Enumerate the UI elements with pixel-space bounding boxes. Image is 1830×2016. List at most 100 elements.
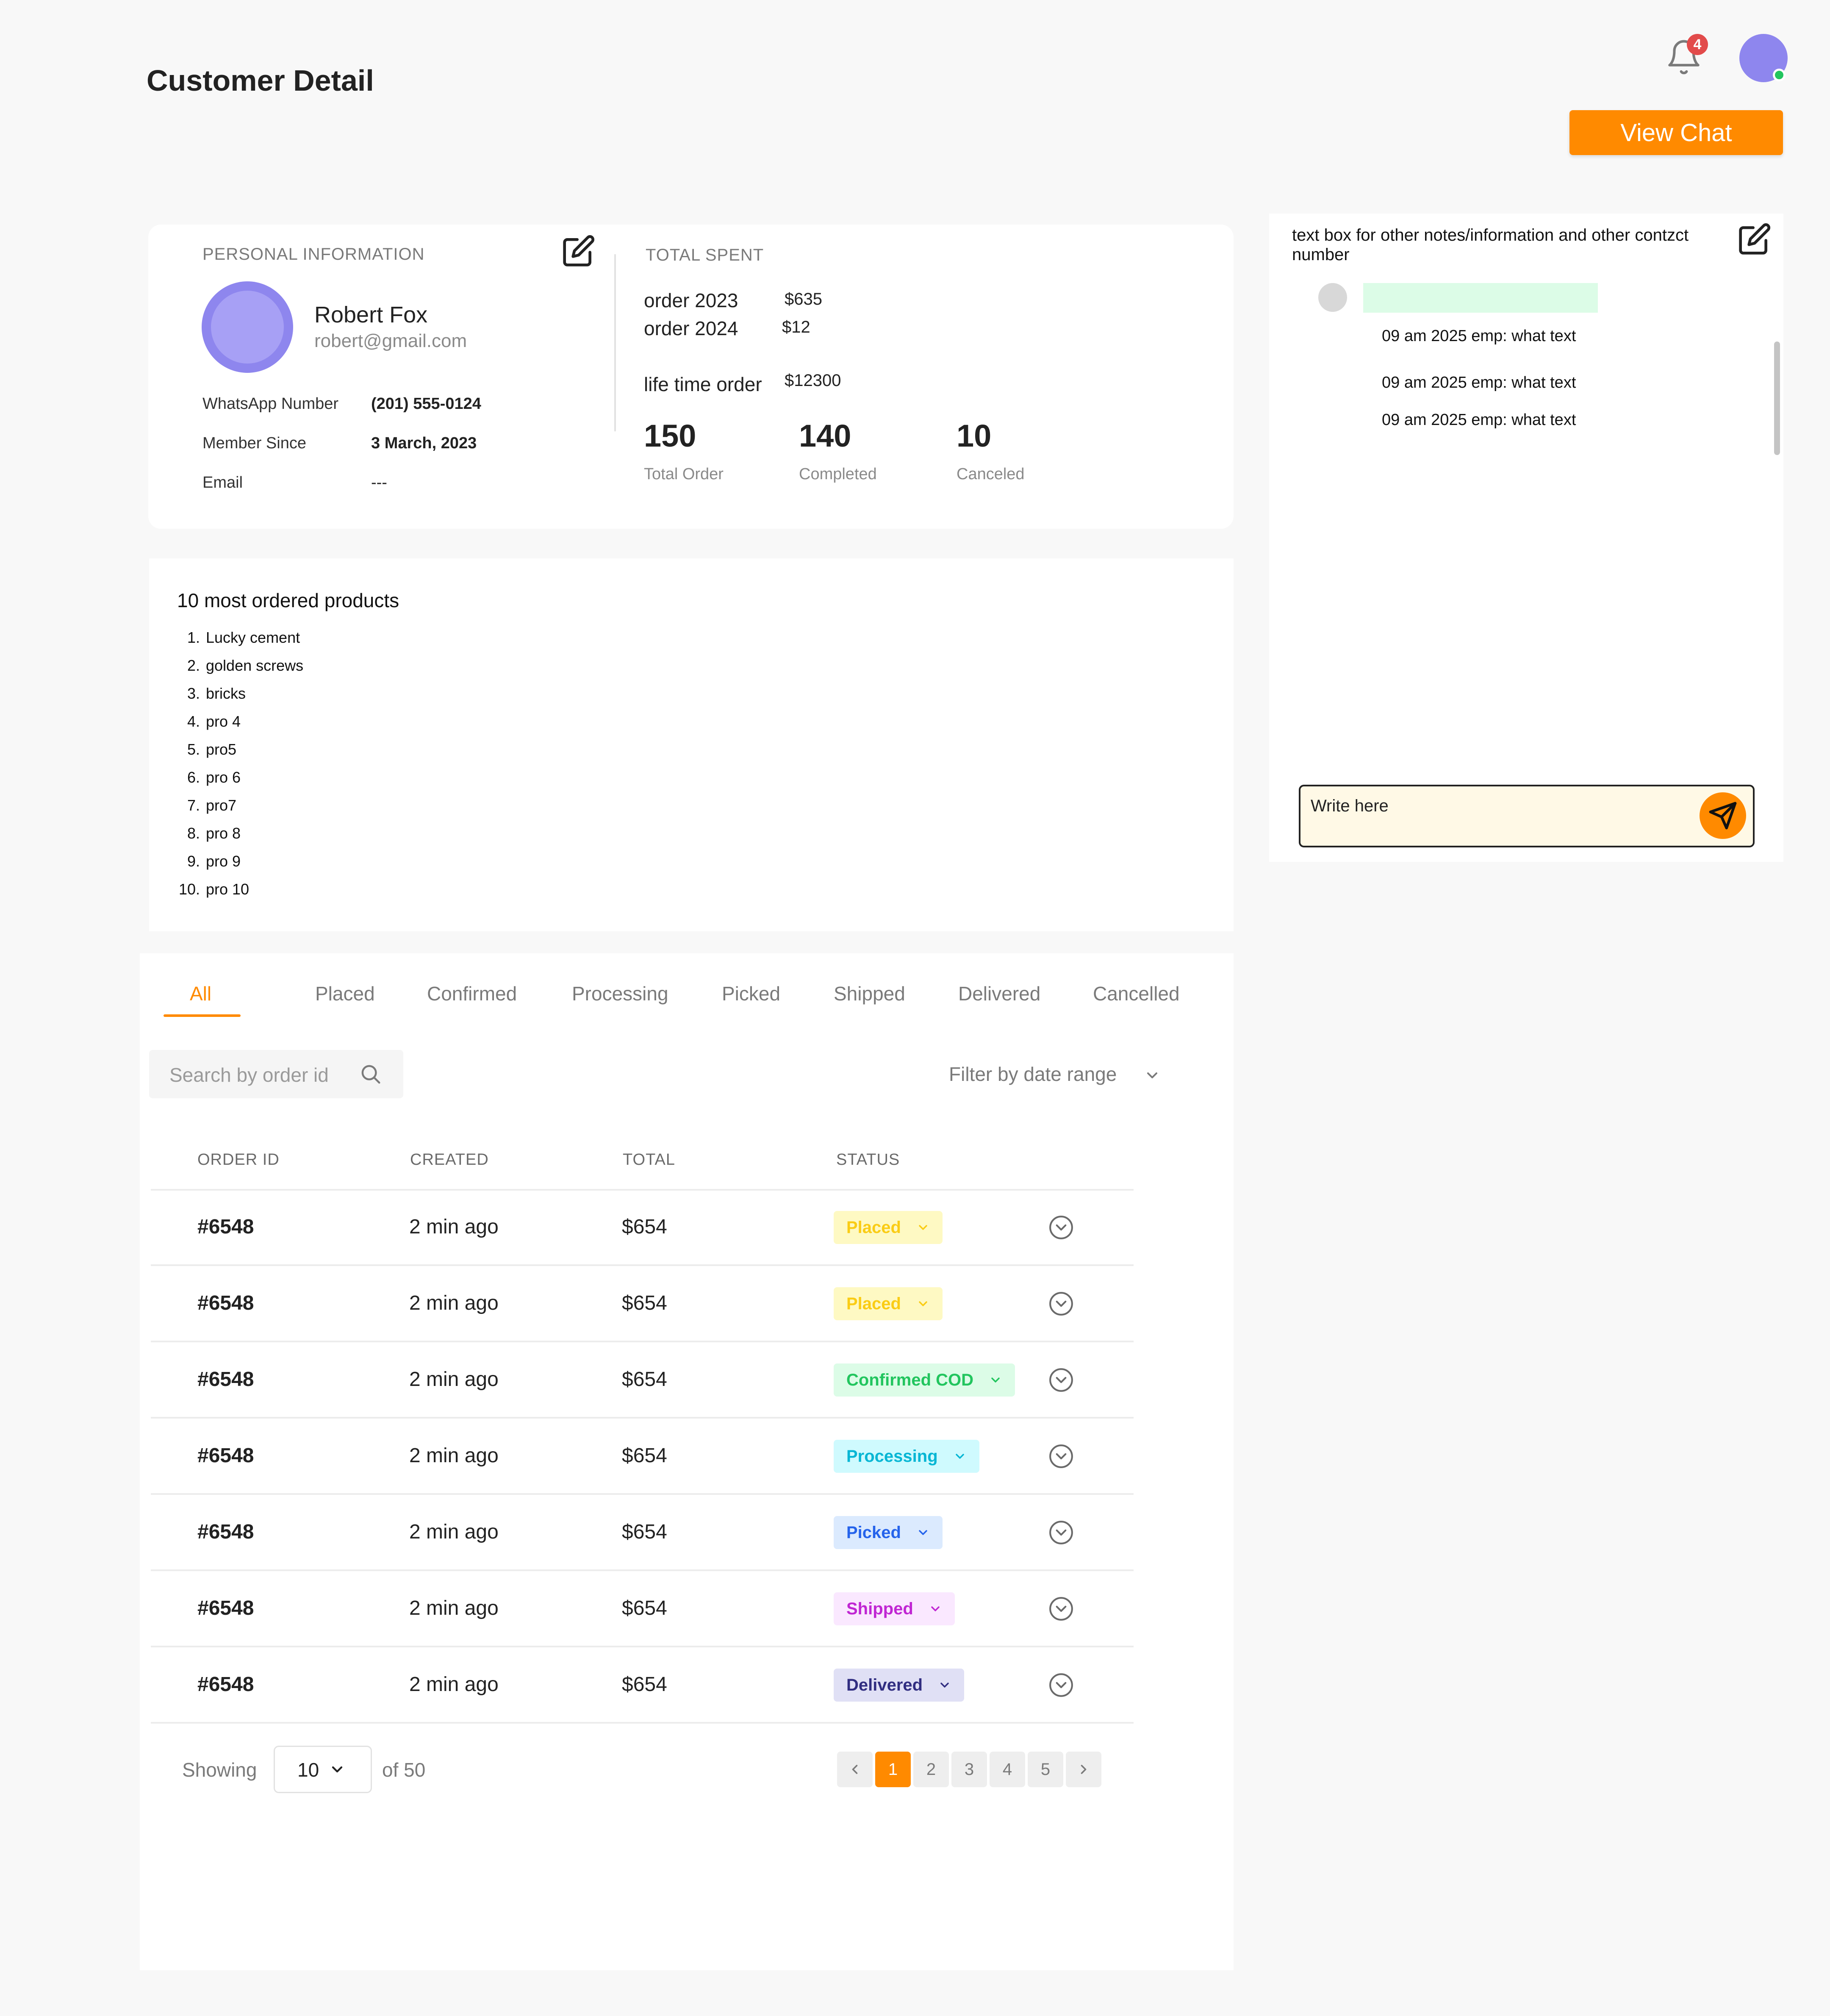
list-item-number: 7. [187, 797, 200, 814]
prev-page-button[interactable] [837, 1752, 873, 1787]
status-badge: Placed [846, 1294, 901, 1313]
list-item-number: 5. [187, 741, 200, 758]
note-line: 09 am 2025 emp: what text [1382, 327, 1576, 345]
product-name: Lucky cement [206, 629, 300, 646]
status-badge: Placed [846, 1218, 901, 1237]
product-name: pro7 [206, 797, 237, 814]
total-cell: $654 [622, 1368, 667, 1391]
list-item: 5. pro5 [169, 737, 303, 765]
column-header-status: STATUS [836, 1151, 900, 1169]
list-item: 4. pro 4 [169, 709, 303, 737]
list-item: 2. golden screws [169, 653, 303, 681]
list-item-number: 10. [178, 880, 200, 898]
total-spent-label: TOTAL SPENT [646, 246, 764, 264]
order-2024-value: $12 [782, 318, 810, 336]
expand-row-icon[interactable] [1048, 1214, 1074, 1241]
notes-scrollbar[interactable] [1774, 342, 1780, 455]
chevron-down-icon[interactable] [329, 1761, 346, 1778]
created-cell: 2 min ago [409, 1216, 499, 1238]
table-row[interactable]: #6548 2 min ago $654 Delivered [151, 1647, 1134, 1724]
table-row[interactable]: #6548 2 min ago $654 Processing [151, 1419, 1134, 1495]
next-page-button[interactable] [1066, 1752, 1101, 1787]
email-value: --- [371, 474, 387, 492]
expand-row-icon[interactable] [1048, 1519, 1074, 1546]
page-title: Customer Detail [147, 64, 374, 97]
expand-row-icon[interactable] [1048, 1443, 1074, 1469]
created-cell: 2 min ago [409, 1673, 499, 1696]
per-page-select[interactable] [274, 1746, 372, 1793]
status-dropdown[interactable]: Placed [834, 1211, 943, 1244]
note-line: 09 am 2025 emp: what text [1382, 411, 1576, 429]
list-item-number: 4. [187, 713, 200, 730]
page-button[interactable]: 2 [913, 1752, 949, 1787]
status-dropdown[interactable]: Processing [834, 1440, 979, 1473]
status-badge: Confirmed COD [846, 1370, 973, 1389]
tab-processing[interactable]: Processing [572, 982, 668, 1005]
chevron-down-icon[interactable] [1144, 1067, 1161, 1084]
page-button[interactable]: 3 [951, 1752, 987, 1787]
table-row[interactable]: #6548 2 min ago $654 Picked [151, 1495, 1134, 1571]
status-dropdown[interactable]: Placed [834, 1287, 943, 1320]
status-dropdown[interactable]: Delivered [834, 1669, 965, 1702]
tab-confirmed[interactable]: Confirmed [427, 982, 517, 1005]
tab-shipped[interactable]: Shipped [834, 982, 905, 1005]
member-since-value: 3 March, 2023 [371, 434, 477, 452]
chevron-down-icon [919, 1225, 927, 1230]
note-input[interactable] [1299, 785, 1755, 847]
stat-completed-caption: Completed [799, 465, 877, 483]
list-item: 6. pro 6 [169, 765, 303, 793]
chevron-down-icon [940, 1683, 949, 1688]
page-button[interactable]: 5 [1028, 1752, 1063, 1787]
chevron-down-icon [991, 1377, 1000, 1383]
column-header-total: TOTAL [623, 1151, 675, 1169]
active-tab-indicator [164, 1014, 241, 1017]
table-row[interactable]: #6548 2 min ago $654 Shipped [151, 1571, 1134, 1647]
expand-row-icon[interactable] [1048, 1291, 1074, 1317]
order-id-cell: #6548 [197, 1673, 254, 1696]
order-id-cell: #6548 [197, 1368, 254, 1391]
customer-avatar-inner [211, 291, 284, 364]
expand-row-icon[interactable] [1048, 1367, 1074, 1393]
tab-delivered[interactable]: Delivered [958, 982, 1040, 1005]
tab-placed[interactable]: Placed [315, 982, 375, 1005]
page-button[interactable]: 4 [990, 1752, 1025, 1787]
lifetime-order-label: life time order [644, 373, 762, 395]
list-item-number: 8. [187, 825, 200, 842]
status-dropdown[interactable]: Shipped [834, 1592, 955, 1625]
tab-cancelled[interactable]: Cancelled [1093, 982, 1180, 1005]
created-cell: 2 min ago [409, 1368, 499, 1391]
expand-row-icon[interactable] [1048, 1596, 1074, 1622]
product-name: pro 9 [206, 852, 241, 870]
list-item-number: 1. [187, 629, 200, 646]
status-badge: Processing [846, 1447, 938, 1466]
status-dropdown[interactable]: Picked [834, 1516, 943, 1549]
table-row[interactable]: #6548 2 min ago $654 Confirmed COD [151, 1342, 1134, 1419]
customer-email: robert@gmail.com [314, 330, 467, 351]
tab-picked[interactable]: Picked [722, 982, 780, 1005]
whatsapp-value: (201) 555-0124 [371, 395, 481, 413]
page-button[interactable]: 1 [875, 1752, 911, 1787]
status-dropdown[interactable]: Confirmed COD [834, 1363, 1015, 1397]
order-id-cell: #6548 [197, 1597, 254, 1619]
edit-personal-icon[interactable] [562, 234, 596, 268]
search-icon[interactable] [359, 1063, 382, 1086]
edit-notes-icon[interactable] [1738, 222, 1772, 256]
notification-badge: 4 [1687, 34, 1708, 55]
expand-row-icon[interactable] [1048, 1672, 1074, 1698]
top-products-list: 1. Lucky cement 2. golden screws 3. bricks … [169, 625, 303, 905]
table-row[interactable]: #6548 2 min ago $654 Placed [151, 1190, 1134, 1266]
product-name: pro 10 [206, 880, 250, 898]
send-note-button[interactable] [1700, 792, 1746, 839]
order-id-cell: #6548 [197, 1216, 254, 1238]
date-range-filter[interactable]: Filter by date range [949, 1063, 1117, 1086]
email-label: Email [202, 474, 243, 492]
created-cell: 2 min ago [409, 1597, 499, 1619]
tab-all[interactable]: All [190, 982, 211, 1005]
note-author-avatar [1318, 283, 1347, 312]
per-page-value: 10 [297, 1759, 319, 1781]
product-name: pro 4 [206, 713, 241, 730]
table-row[interactable]: #6548 2 min ago $654 Placed [151, 1266, 1134, 1342]
notes-header: text box for other notes/information and… [1292, 226, 1689, 264]
view-chat-button[interactable]: View Chat [1569, 110, 1783, 155]
order-2024-label: order 2024 [644, 317, 738, 339]
